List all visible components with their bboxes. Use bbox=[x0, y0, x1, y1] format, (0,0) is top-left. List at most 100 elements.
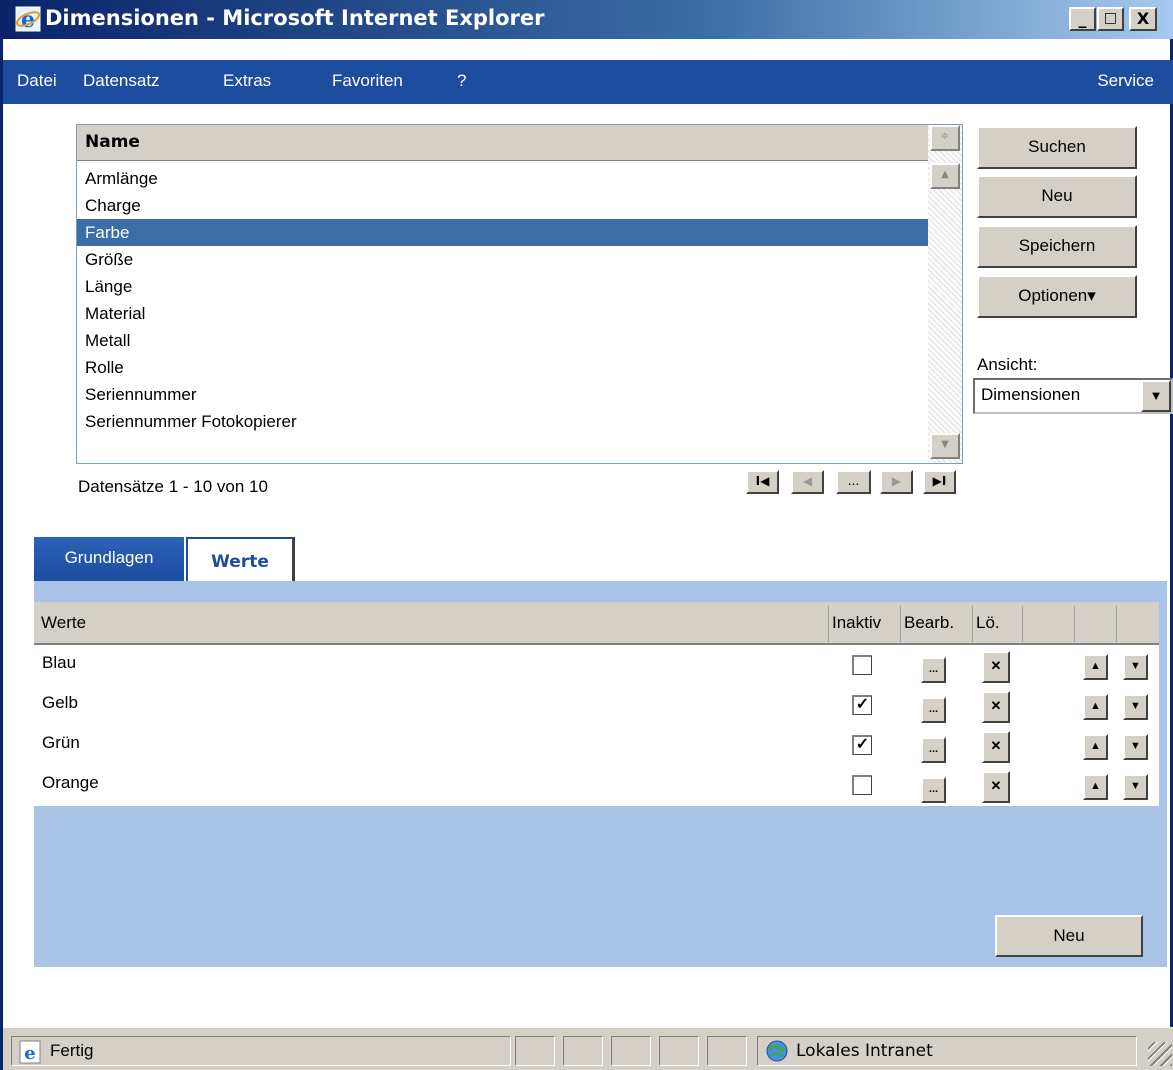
list-item[interactable]: Rolle bbox=[77, 354, 928, 381]
column-divider bbox=[972, 606, 973, 642]
move-up-icon[interactable]: ▲ bbox=[1083, 654, 1108, 680]
list-item[interactable]: Material bbox=[77, 300, 928, 327]
status-cell bbox=[707, 1036, 747, 1066]
value-name: Orange bbox=[42, 773, 99, 792]
move-down-icon[interactable]: ▼ bbox=[1123, 774, 1148, 800]
list-rows: Armlänge Charge Farbe Größe Länge Materi… bbox=[77, 165, 928, 435]
move-down-icon[interactable]: ▼ bbox=[1123, 694, 1148, 720]
move-up-icon[interactable]: ▲ bbox=[1083, 694, 1108, 720]
list-item-selected[interactable]: Farbe bbox=[77, 219, 928, 246]
scroll-up-icon[interactable]: ▲ bbox=[930, 163, 960, 189]
status-bar: e Fertig Lokales Intranet bbox=[3, 1027, 1173, 1070]
edit-button[interactable]: ... bbox=[921, 737, 946, 763]
menu-item-favoriten[interactable]: Favoriten bbox=[332, 71, 403, 91]
pager-first-button[interactable]: I◀ bbox=[746, 470, 779, 494]
delete-icon[interactable]: ✕ bbox=[982, 651, 1010, 683]
maximize-button[interactable]: □ bbox=[1097, 7, 1124, 31]
menu-bar: Datei Datensatz Extras Favoriten ? Servi… bbox=[3, 60, 1173, 104]
list-item[interactable]: Länge bbox=[77, 273, 928, 300]
chevron-down-icon[interactable]: ▼ bbox=[1141, 380, 1171, 412]
table-row: Orange ... ✕ ▲ ▼ bbox=[34, 765, 1159, 805]
list-item[interactable]: Seriennummer Fotokopierer bbox=[77, 408, 928, 435]
edit-button[interactable]: ... bbox=[921, 697, 946, 723]
list-item[interactable]: Armlänge bbox=[77, 165, 928, 192]
values-grid: Werte Inaktiv Bearb. Lö. Blau ... ✕ ▲ ▼ … bbox=[34, 602, 1159, 806]
view-select-value: Dimensionen bbox=[981, 385, 1081, 404]
column-divider bbox=[1116, 606, 1117, 642]
menu-item-help[interactable]: ? bbox=[457, 71, 466, 91]
table-row: Grün ✓ ... ✕ ▲ ▼ bbox=[34, 725, 1159, 765]
security-zone-label: Lokales Intranet bbox=[796, 1041, 933, 1061]
edit-button[interactable]: ... bbox=[921, 657, 946, 683]
status-text-area: e Fertig bbox=[11, 1036, 511, 1066]
move-down-icon[interactable]: ▼ bbox=[1123, 734, 1148, 760]
minimize-button[interactable]: _ bbox=[1069, 7, 1096, 31]
internet-explorer-page-icon: e bbox=[19, 1040, 41, 1064]
pager-last-button[interactable]: ▶I bbox=[923, 470, 956, 494]
title-bar: e Dimensionen - Microsoft Internet Explo… bbox=[3, 0, 1173, 39]
edit-button[interactable]: ... bbox=[921, 777, 946, 803]
pager-dots-button[interactable]: ... bbox=[836, 470, 871, 494]
inactive-checkbox[interactable]: ✓ bbox=[852, 695, 872, 715]
move-up-icon[interactable]: ▲ bbox=[1083, 734, 1108, 760]
inactive-checkbox[interactable] bbox=[852, 775, 872, 795]
status-cell bbox=[659, 1036, 699, 1066]
vertical-scrollbar[interactable]: ≑ ▲ ▼ bbox=[928, 125, 962, 463]
search-button[interactable]: Suchen bbox=[977, 126, 1137, 169]
view-select[interactable]: Dimensionen ▼ bbox=[973, 378, 1173, 414]
value-name: Gelb bbox=[42, 693, 78, 712]
list-item[interactable]: Charge bbox=[77, 192, 928, 219]
menu-item-extras[interactable]: Extras bbox=[223, 71, 271, 91]
options-button[interactable]: Optionen▾ bbox=[977, 275, 1137, 318]
status-cell bbox=[515, 1036, 555, 1066]
save-button[interactable]: Speichern bbox=[977, 225, 1137, 268]
tab-werte[interactable]: Werte bbox=[186, 537, 295, 581]
move-down-icon[interactable]: ▼ bbox=[1123, 654, 1148, 680]
value-name: Blau bbox=[42, 653, 77, 672]
close-button[interactable]: X bbox=[1129, 7, 1157, 31]
internet-explorer-icon: e bbox=[15, 6, 41, 32]
security-zone[interactable]: Lokales Intranet bbox=[757, 1036, 1137, 1066]
view-label: Ansicht: bbox=[977, 355, 1038, 374]
inactive-checkbox[interactable]: ✓ bbox=[852, 735, 872, 755]
table-row: Blau ... ✕ ▲ ▼ bbox=[34, 645, 1159, 685]
column-divider bbox=[1022, 606, 1023, 642]
svg-text:e: e bbox=[24, 1043, 35, 1064]
list-item[interactable]: Metall bbox=[77, 327, 928, 354]
column-header-bearb[interactable]: Bearb. bbox=[904, 613, 954, 633]
column-header-loeschen[interactable]: Lö. bbox=[976, 613, 1000, 633]
list-item[interactable]: Seriennummer bbox=[77, 381, 928, 408]
delete-icon[interactable]: ✕ bbox=[982, 731, 1010, 763]
list-item[interactable]: Größe bbox=[77, 246, 928, 273]
table-row: Gelb ✓ ... ✕ ▲ ▼ bbox=[34, 685, 1159, 725]
menu-item-service[interactable]: Service bbox=[1097, 71, 1154, 91]
resize-grip-icon[interactable] bbox=[1148, 1042, 1172, 1066]
column-divider bbox=[828, 606, 829, 642]
values-grid-header: Werte Inaktiv Bearb. Lö. bbox=[34, 602, 1159, 645]
status-text: Fertig bbox=[50, 1041, 94, 1060]
menu-item-datensatz[interactable]: Datensatz bbox=[83, 71, 160, 91]
move-up-icon[interactable]: ▲ bbox=[1083, 774, 1108, 800]
column-divider bbox=[900, 606, 901, 642]
sort-toggle-icon[interactable]: ≑ bbox=[930, 125, 960, 151]
pager-next-button[interactable]: ▶ bbox=[880, 470, 913, 494]
column-header-inaktiv[interactable]: Inaktiv bbox=[832, 613, 881, 633]
column-divider bbox=[1074, 606, 1075, 642]
new-button[interactable]: Neu bbox=[977, 175, 1137, 218]
dimension-list[interactable]: Name Armlänge Charge Farbe Größe Länge M… bbox=[76, 124, 963, 464]
browser-window: e Dimensionen - Microsoft Internet Explo… bbox=[0, 0, 1173, 1070]
scroll-down-icon[interactable]: ▼ bbox=[930, 433, 960, 459]
pager-prev-button[interactable]: ◀ bbox=[791, 470, 824, 494]
column-header-werte[interactable]: Werte bbox=[41, 613, 86, 633]
record-count: Datensätze 1 - 10 von 10 bbox=[78, 477, 268, 496]
inactive-checkbox[interactable] bbox=[852, 655, 872, 675]
delete-icon[interactable]: ✕ bbox=[982, 691, 1010, 723]
list-header-name[interactable]: Name bbox=[77, 125, 928, 161]
menu-item-datei[interactable]: Datei bbox=[17, 71, 57, 91]
svg-text:e: e bbox=[21, 7, 35, 32]
tab-grundlagen[interactable]: Grundlagen bbox=[34, 537, 184, 581]
status-cell bbox=[611, 1036, 651, 1066]
add-value-button[interactable]: Neu bbox=[995, 915, 1143, 957]
delete-icon[interactable]: ✕ bbox=[982, 771, 1010, 803]
window-title: Dimensionen - Microsoft Internet Explore… bbox=[45, 6, 545, 30]
